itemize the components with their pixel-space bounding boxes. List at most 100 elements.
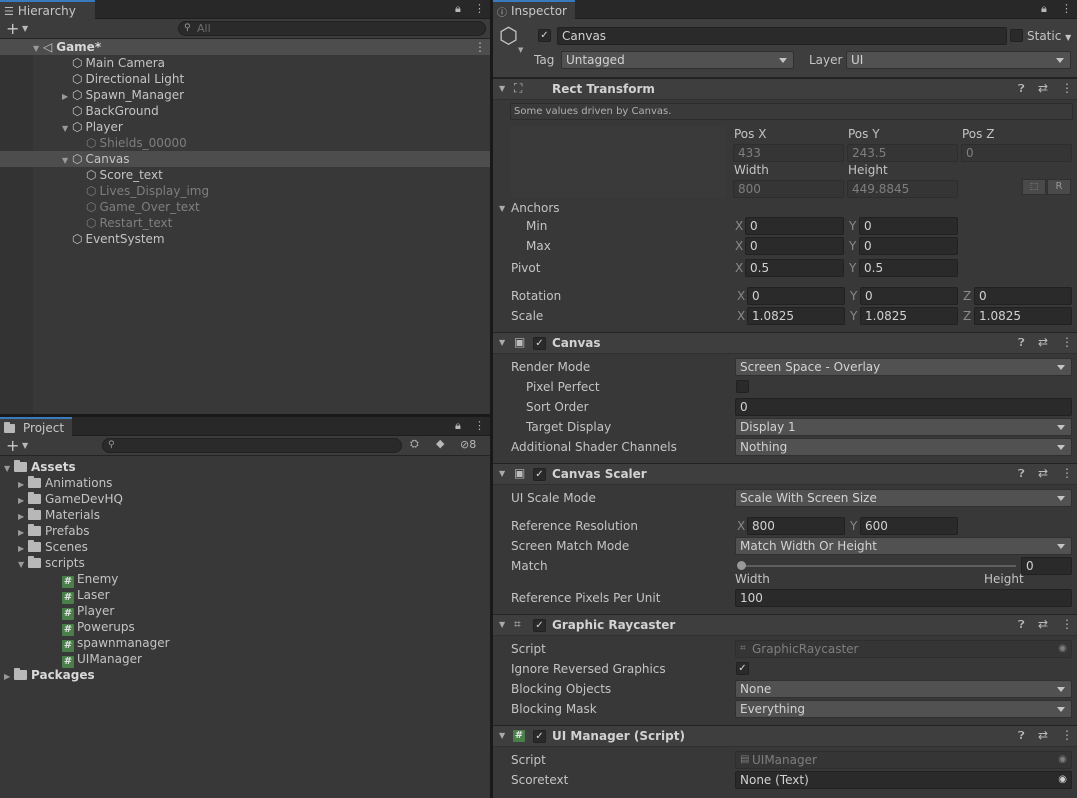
more-menu-icon[interactable]: ⋮	[474, 2, 485, 15]
blocking-mask-dropdown[interactable]: Everything	[735, 700, 1072, 718]
screen-match-mode-dropdown[interactable]: Match Width Or Height	[735, 537, 1072, 555]
project-item[interactable]: # spawnmanager	[0, 635, 490, 652]
help-icon[interactable]: ❓︎	[1018, 729, 1025, 743]
render-mode-dropdown[interactable]: Screen Space - Overlay	[735, 358, 1072, 376]
rotation-y-field[interactable]: 0	[860, 287, 958, 305]
help-icon[interactable]: ❓︎	[1018, 82, 1025, 96]
object-picker-icon[interactable]: ◉	[1058, 752, 1067, 768]
target-display-dropdown[interactable]: Display 1	[735, 418, 1072, 436]
help-icon[interactable]: ❓︎	[1018, 618, 1025, 632]
hierarchy-item[interactable]: ⬡ Score_text	[0, 167, 490, 183]
component-enabled-checkbox[interactable]: ✓	[533, 730, 546, 743]
blocking-objects-dropdown[interactable]: None	[735, 680, 1072, 698]
chevron-down-icon[interactable]: ▼	[22, 24, 28, 33]
label-tag-icon[interactable]: ◆	[436, 437, 444, 450]
more-menu-icon[interactable]: ⋮	[1061, 466, 1073, 480]
ui-manager-header[interactable]: ▼ # ✓ UI Manager (Script) ❓︎ ⇄ ⋮	[493, 725, 1077, 747]
pixel-perfect-checkbox[interactable]	[736, 380, 749, 393]
pivot-y-field[interactable]: 0.5	[859, 259, 958, 277]
more-menu-icon[interactable]: ⋮	[1061, 335, 1073, 349]
foldout-arrow-icon[interactable]: ▼	[499, 469, 505, 478]
anchor-presets-area[interactable]	[511, 126, 726, 198]
component-enabled-checkbox[interactable]: ✓	[533, 337, 546, 350]
match-value-field[interactable]: 0	[1021, 557, 1072, 575]
lock-icon[interactable]: 🔒︎	[455, 2, 461, 16]
project-item[interactable]: # Laser	[0, 587, 490, 604]
foldout-arrow-icon[interactable]: ▼	[499, 620, 505, 629]
hierarchy-item[interactable]: ⬡ Restart_text	[0, 215, 490, 231]
foldout-arrow-icon[interactable]: ▼	[499, 338, 505, 347]
scoretext-field[interactable]: None (Text) ◉	[735, 771, 1072, 789]
foldout-arrow-icon[interactable]: ▼	[499, 84, 505, 93]
graphic-raycaster-header[interactable]: ▼ ⌗ ✓ Graphic Raycaster ❓︎ ⇄ ⋮	[493, 614, 1077, 636]
help-icon[interactable]: ❓︎	[1018, 336, 1025, 350]
chevron-down-icon[interactable]: ▼	[518, 46, 523, 54]
hierarchy-item[interactable]: ⬡ Main Camera	[0, 55, 490, 71]
pivot-x-field[interactable]: 0.5	[745, 259, 844, 277]
presets-icon[interactable]: ⇄	[1038, 617, 1048, 631]
tab-project[interactable]: Project	[0, 417, 72, 436]
more-menu-icon[interactable]: ⋮	[1061, 81, 1073, 95]
scale-z-field[interactable]: 1.0825	[974, 307, 1072, 325]
tag-dropdown[interactable]: Untagged	[561, 51, 794, 69]
layer-dropdown[interactable]: UI	[846, 51, 1071, 69]
hidden-packages-icon[interactable]: ⊘8	[460, 438, 476, 451]
presets-icon[interactable]: ⇄	[1038, 81, 1048, 95]
object-picker-icon[interactable]: ◉	[1058, 641, 1067, 657]
project-item[interactable]: # UIManager	[0, 651, 490, 668]
reference-resolution-y-field[interactable]: 600	[860, 517, 958, 535]
object-name-field[interactable]: Canvas	[557, 27, 1007, 45]
rotation-z-field[interactable]: 0	[974, 287, 1072, 305]
tab-hierarchy[interactable]: ☰ Hierarchy	[0, 0, 95, 19]
hierarchy-item[interactable]: ⬡ Lives_Display_img	[0, 183, 490, 199]
add-icon[interactable]: +	[6, 19, 19, 38]
active-checkbox[interactable]: ✓	[538, 29, 551, 42]
hierarchy-item[interactable]: ▶ ⬡ Spawn_Manager	[0, 87, 490, 103]
static-checkbox[interactable]	[1010, 29, 1023, 42]
project-item[interactable]: ▶ GameDevHQ	[0, 491, 490, 507]
match-slider-thumb[interactable]	[737, 561, 746, 570]
anchor-min-x-field[interactable]: 0	[745, 217, 844, 235]
reference-resolution-x-field[interactable]: 800	[747, 517, 845, 535]
more-menu-icon[interactable]: ⋮	[1061, 617, 1073, 631]
more-menu-icon[interactable]: ⋮	[474, 419, 485, 432]
anchor-max-x-field[interactable]: 0	[745, 237, 844, 255]
collapsed-arrow-icon[interactable]: ▶	[4, 669, 14, 685]
lock-icon[interactable]: 🔒︎	[1041, 2, 1047, 16]
hierarchy-item[interactable]: ⬡ BackGround	[0, 103, 490, 119]
project-search-input[interactable]: ⚲	[102, 438, 402, 453]
help-icon[interactable]: ❓︎	[1018, 467, 1025, 481]
hierarchy-item[interactable]: ▼ ⬡ Player	[0, 119, 490, 135]
anchor-max-y-field[interactable]: 0	[859, 237, 958, 255]
hierarchy-item[interactable]: ⬡ Directional Light	[0, 71, 490, 87]
ignore-reversed-checkbox[interactable]: ✓	[736, 662, 749, 675]
more-menu-icon[interactable]: ⋮	[1061, 2, 1072, 15]
project-item[interactable]: ▼ Assets	[0, 459, 490, 475]
component-enabled-checkbox[interactable]: ✓	[533, 468, 546, 481]
hierarchy-item[interactable]: ▼ ◁ Game* ⋮	[0, 39, 490, 55]
foldout-arrow-icon[interactable]: ▼	[499, 731, 505, 740]
hierarchy-search-input[interactable]: ⚲ All	[178, 21, 486, 36]
component-enabled-checkbox[interactable]: ✓	[533, 619, 546, 632]
tab-inspector[interactable]: ⓘ Inspector	[493, 0, 575, 19]
chevron-down-icon[interactable]: ▼	[22, 441, 28, 450]
project-item[interactable]: # Powerups	[0, 619, 490, 636]
hierarchy-item[interactable]: ▼ ⬡ Canvas	[0, 151, 490, 167]
hierarchy-item[interactable]: ⬡ Game_Over_text	[0, 199, 490, 215]
scale-y-field[interactable]: 1.0825	[860, 307, 958, 325]
presets-icon[interactable]: ⇄	[1038, 466, 1048, 480]
shader-channels-dropdown[interactable]: Nothing	[735, 438, 1072, 456]
project-item[interactable]: ▶ Scenes	[0, 539, 490, 555]
anchor-min-y-field[interactable]: 0	[859, 217, 958, 235]
rotation-x-field[interactable]: 0	[747, 287, 845, 305]
project-item[interactable]: ▼ scripts	[0, 555, 490, 571]
project-item[interactable]: ▶ Materials	[0, 507, 490, 523]
project-item[interactable]: # Enemy	[0, 571, 490, 588]
more-menu-icon[interactable]: ⋮	[1061, 728, 1073, 742]
foldout-arrow-icon[interactable]: ▼	[499, 204, 505, 213]
hierarchy-item[interactable]: ⬡ Shields_00000	[0, 135, 490, 151]
raw-edit-button[interactable]: R	[1047, 179, 1071, 195]
search-by-type-icon[interactable]: ⛭	[410, 437, 419, 451]
canvas-component-header[interactable]: ▼ ▣ ✓ Canvas ❓︎ ⇄ ⋮	[493, 332, 1077, 354]
project-item[interactable]: ▶ Animations	[0, 475, 490, 491]
